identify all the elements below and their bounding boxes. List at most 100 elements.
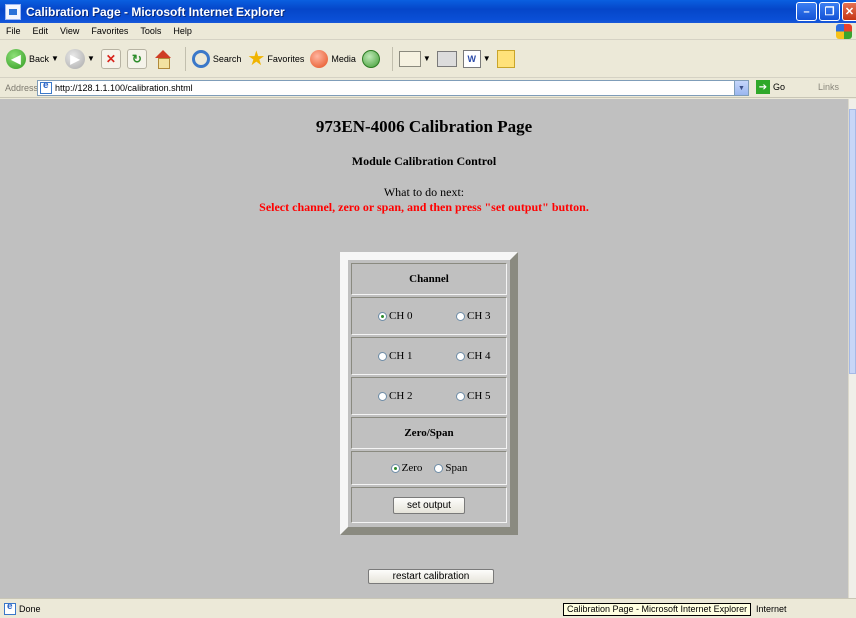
menu-edit[interactable]: Edit [27, 26, 55, 36]
windows-logo-icon [836, 24, 852, 39]
close-button[interactable]: ✕ [842, 2, 856, 21]
set-output-button[interactable]: set output [393, 496, 465, 514]
mail-icon [398, 50, 421, 67]
chevron-down-icon[interactable]: ▼ [423, 54, 431, 63]
back-label: Back [29, 53, 50, 64]
what-next-label: What to do next: [383, 185, 465, 199]
go-label: Go [773, 82, 786, 92]
menu-view[interactable]: View [54, 26, 85, 36]
set-output-row: set output [351, 487, 507, 523]
vertical-scrollbar[interactable] [848, 99, 856, 598]
toolbar-separator [391, 46, 393, 71]
channel-label: CH 1 [389, 350, 413, 362]
home-icon [153, 49, 173, 69]
page-title: 973EN-4006 Calibration Page [315, 117, 533, 136]
messenger-button[interactable] [496, 49, 515, 68]
edit-button[interactable]: W ▼ [462, 49, 491, 68]
go-arrow-icon: ➔ [756, 80, 770, 94]
span-option[interactable]: Span [434, 462, 467, 474]
print-icon [436, 50, 457, 67]
menu-help[interactable]: Help [167, 26, 198, 36]
history-button[interactable] [361, 49, 380, 68]
toolbar-separator [184, 46, 186, 71]
standard-toolbar: ◀ Back ▼ ▶ ▼ ✕ ↻ Search ★ Favorites Medi… [0, 40, 856, 78]
channel-option-ch0[interactable]: CH 0 [378, 310, 456, 322]
channel-label: CH 3 [467, 310, 491, 322]
channel-row-2: CH 1 CH 4 [351, 337, 507, 375]
channel-option-ch3[interactable]: CH 3 [456, 310, 491, 322]
channel-label: CH 5 [467, 390, 491, 402]
menu-file[interactable]: File [0, 26, 27, 36]
address-url[interactable]: http://128.1.1.100/calibration.shtml [55, 83, 193, 93]
go-button[interactable]: ➔ Go [756, 80, 785, 94]
search-button[interactable]: Search [191, 49, 242, 68]
page-icon [40, 80, 52, 94]
tooltip: Calibration Page - Microsoft Internet Ex… [563, 603, 752, 616]
history-icon [361, 49, 380, 68]
favorites-star-icon: ★ [247, 47, 266, 70]
channel-row-3: CH 2 CH 5 [351, 377, 507, 415]
page-subtitle: Module Calibration Control [351, 154, 497, 168]
radio-ch4[interactable] [456, 351, 465, 361]
radio-ch3[interactable] [456, 311, 465, 321]
ie-app-icon [5, 3, 21, 20]
zero-label: Zero [401, 462, 423, 474]
instruction-text: Select channel, zero or span, and then p… [259, 200, 589, 214]
page-viewport: 973EN-4006 Calibration Page Module Calib… [0, 99, 848, 598]
media-icon [310, 49, 329, 68]
address-input[interactable]: http://128.1.1.100/calibration.shtml ▼ [37, 80, 749, 96]
scrollbar-thumb[interactable] [849, 109, 856, 374]
maximize-button[interactable]: ❐ [819, 2, 840, 21]
channel-option-ch5[interactable]: CH 5 [456, 390, 491, 402]
minimize-button[interactable]: – [796, 2, 817, 21]
search-icon [191, 49, 210, 68]
channel-label: CH 4 [467, 350, 491, 362]
favorites-button[interactable]: ★ Favorites [247, 49, 304, 69]
back-button[interactable]: ◀ Back ▼ [6, 48, 59, 69]
radio-ch5[interactable] [456, 391, 465, 401]
channel-label: CH 0 [389, 310, 413, 322]
forward-button[interactable]: ▶ ▼ [64, 48, 95, 69]
back-arrow-icon: ◀ [6, 48, 26, 69]
status-text: Done [19, 603, 41, 614]
menu-bar: File Edit View Favorites Tools Help [0, 23, 856, 40]
radio-span[interactable] [434, 463, 444, 473]
window-title: Calibration Page - Microsoft Internet Ex… [26, 4, 285, 19]
search-label: Search [212, 53, 242, 64]
restart-calibration-button[interactable]: restart calibration [368, 569, 494, 584]
media-button[interactable]: Media [310, 49, 356, 68]
zero-option[interactable]: Zero [390, 462, 423, 474]
channel-option-ch4[interactable]: CH 4 [456, 350, 491, 362]
window-title-bar: Calibration Page - Microsoft Internet Ex… [0, 0, 856, 23]
notes-icon [496, 49, 515, 68]
channel-label: CH 2 [389, 390, 413, 402]
media-label: Media [331, 53, 356, 64]
chevron-down-icon[interactable]: ▼ [483, 54, 491, 63]
calibration-table: Channel CH 0 CH 3 CH 1 CH 4 CH 2 CH 5 Ze… [340, 252, 518, 535]
zerospan-header: Zero/Span [351, 417, 507, 449]
channel-row-1: CH 0 CH 3 [351, 297, 507, 335]
chevron-down-icon[interactable]: ▼ [87, 54, 95, 63]
radio-ch0[interactable] [378, 311, 387, 321]
print-button[interactable] [436, 50, 457, 67]
chevron-down-icon[interactable]: ▼ [51, 54, 59, 63]
stop-icon: ✕ [100, 48, 121, 69]
stop-button[interactable]: ✕ [100, 48, 121, 69]
channel-header: Channel [351, 263, 507, 295]
channel-option-ch2[interactable]: CH 2 [378, 390, 456, 402]
home-button[interactable] [153, 49, 173, 69]
menu-tools[interactable]: Tools [134, 26, 167, 36]
mail-button[interactable]: ▼ [398, 50, 431, 67]
radio-ch2[interactable] [378, 391, 387, 401]
favorites-label: Favorites [267, 53, 305, 64]
radio-ch1[interactable] [378, 351, 387, 361]
page-done-icon [4, 601, 16, 615]
channel-option-ch1[interactable]: CH 1 [378, 350, 456, 362]
radio-zero[interactable] [390, 463, 400, 473]
span-label: Span [445, 462, 468, 474]
links-button[interactable]: Links [818, 82, 839, 92]
menu-favorites[interactable]: Favorites [85, 26, 134, 36]
chevron-down-icon[interactable]: ▼ [734, 81, 748, 95]
refresh-button[interactable]: ↻ [126, 48, 147, 69]
zerospan-row: Zero Span [351, 451, 507, 485]
